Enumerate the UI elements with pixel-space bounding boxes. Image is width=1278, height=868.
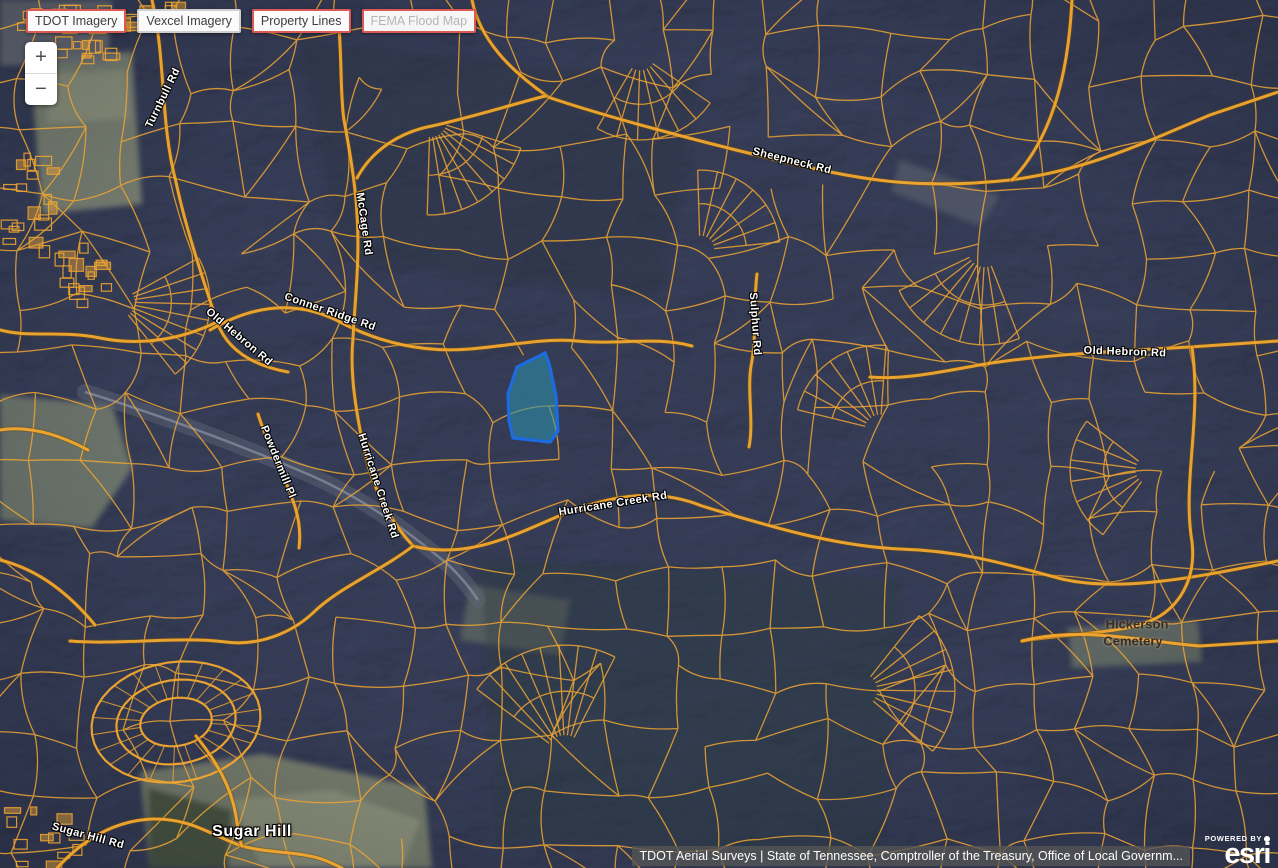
zoom-in-button[interactable]: + [25, 42, 57, 73]
map-canvas[interactable] [0, 0, 1278, 868]
fema-flood-map-button[interactable]: FEMA Flood Map [362, 9, 477, 33]
zoom-out-button[interactable]: − [25, 74, 57, 105]
layer-toolbar: TDOT Imagery Vexcel Imagery Property Lin… [26, 9, 476, 33]
tdot-imagery-button[interactable]: TDOT Imagery [26, 9, 126, 33]
property-lines-button[interactable]: Property Lines [252, 9, 351, 33]
attribution-bar[interactable]: TDOT Aerial Surveys | State of Tennessee… [632, 846, 1190, 866]
zoom-control: + − [25, 42, 57, 105]
esri-wordmark: esri [1205, 843, 1270, 866]
esri-logo[interactable]: POWERED BY esri [1205, 834, 1270, 866]
vexcel-imagery-button[interactable]: Vexcel Imagery [137, 9, 240, 33]
map-viewer: Sugar HillHickersonCemeterySheepneck RdM… [0, 0, 1278, 868]
